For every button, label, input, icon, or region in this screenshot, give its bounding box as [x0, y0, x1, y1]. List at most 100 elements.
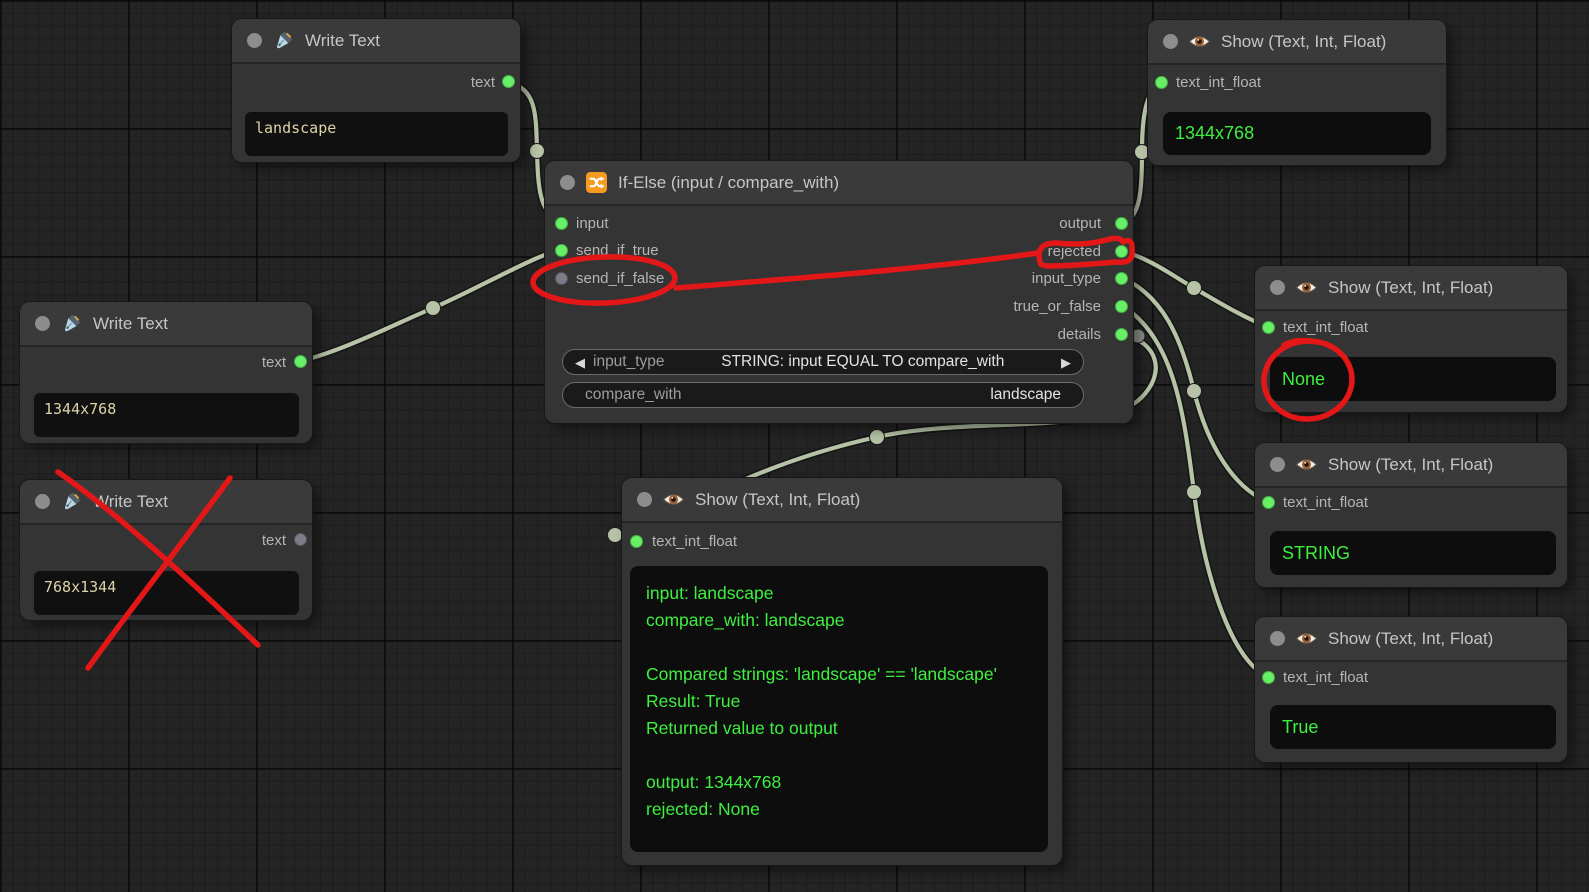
reroute-dot[interactable] [1187, 384, 1202, 399]
input-label: text_int_float [1283, 319, 1368, 336]
collapse-dot[interactable] [637, 492, 652, 507]
node-header[interactable]: Write Text [20, 302, 312, 347]
input-label: input [576, 215, 609, 232]
input-label: text_int_float [1176, 74, 1261, 91]
output-port-input-type[interactable] [1115, 272, 1128, 285]
node-title: Show (Text, Int, Float) [1328, 629, 1493, 649]
output-port-text[interactable] [502, 75, 515, 88]
compare-with-text-widget[interactable]: compare_with landscape [562, 382, 1084, 408]
input-type-combo-widget[interactable]: ◀ input_type STRING: input EQUAL TO comp… [562, 349, 1084, 375]
eye-icon [1296, 628, 1317, 649]
input-port-send-if-false[interactable] [555, 272, 568, 285]
node-title: Write Text [93, 492, 168, 512]
node-title: Show (Text, Int, Float) [695, 490, 860, 510]
output-label: rejected [1048, 243, 1101, 260]
combo-left-arrow-icon[interactable]: ◀ [575, 356, 585, 369]
eye-icon [663, 489, 684, 510]
node-title: Show (Text, Int, Float) [1221, 32, 1386, 52]
field-label: compare_with [585, 386, 682, 404]
pen-icon [273, 30, 294, 51]
node-graph-canvas[interactable]: Write Text text landscape Write Text tex… [0, 0, 1589, 892]
text-value-field[interactable]: landscape [245, 112, 508, 156]
text-value-field[interactable]: 1344x768 [34, 393, 299, 437]
eye-icon [1296, 454, 1317, 475]
output-port-text[interactable] [294, 355, 307, 368]
node-title: Write Text [305, 31, 380, 51]
node-title: If-Else (input / compare_with) [618, 173, 839, 193]
output-label: details [1058, 326, 1101, 343]
node-write-text-1344x768[interactable]: Write Text text 1344x768 [20, 302, 312, 443]
reroute-dot[interactable] [608, 528, 623, 543]
node-show-output[interactable]: Show (Text, Int, Float) text_int_float 1… [1148, 20, 1446, 165]
node-write-text-768x1344[interactable]: Write Text text 768x1344 [20, 480, 312, 620]
input-label: send_if_true [576, 242, 659, 259]
input-port-text-int-float[interactable] [630, 535, 643, 548]
output-label: true_or_false [1013, 298, 1101, 315]
input-port-input[interactable] [555, 217, 568, 230]
node-show-true-or-false[interactable]: Show (Text, Int, Float) text_int_float T… [1255, 617, 1567, 762]
input-label: send_if_false [576, 270, 664, 287]
combo-value: STRING: input EQUAL TO compare_with [665, 353, 1061, 371]
node-write-text-landscape[interactable]: Write Text text landscape [232, 19, 520, 162]
output-port-details[interactable] [1115, 328, 1128, 341]
node-title: Show (Text, Int, Float) [1328, 278, 1493, 298]
output-label: text [262, 354, 286, 371]
output-port-text[interactable] [294, 533, 307, 546]
pen-icon [61, 313, 82, 334]
collapse-dot[interactable] [1163, 34, 1178, 49]
node-header[interactable]: Write Text [232, 19, 520, 64]
node-title: Write Text [93, 314, 168, 334]
show-value: True [1270, 705, 1556, 749]
node-header[interactable]: Show (Text, Int, Float) [622, 478, 1062, 523]
node-header[interactable]: Write Text [20, 480, 312, 525]
reroute-dot[interactable] [530, 144, 545, 159]
output-label: text [471, 74, 495, 91]
output-port-output[interactable] [1115, 217, 1128, 230]
collapse-dot[interactable] [1270, 631, 1285, 646]
collapse-dot[interactable] [560, 175, 575, 190]
reroute-dot[interactable] [1187, 281, 1202, 296]
collapse-dot[interactable] [1270, 280, 1285, 295]
input-port-text-int-float[interactable] [1262, 496, 1275, 509]
shuffle-icon [586, 172, 607, 193]
node-header[interactable]: Show (Text, Int, Float) [1148, 20, 1446, 65]
reroute-dot[interactable] [1131, 329, 1145, 343]
reroute-dot[interactable] [426, 301, 441, 316]
reroute-dot[interactable] [870, 430, 885, 445]
node-header[interactable]: If-Else (input / compare_with) [545, 161, 1133, 206]
show-value: 1344x768 [1163, 112, 1431, 155]
text-value-field[interactable]: 768x1344 [34, 571, 299, 615]
eye-icon [1296, 277, 1317, 298]
collapse-dot[interactable] [247, 33, 262, 48]
node-header[interactable]: Show (Text, Int, Float) [1255, 443, 1567, 488]
show-details-text: input: landscape compare_with: landscape… [630, 566, 1048, 852]
combo-label: input_type [593, 353, 665, 371]
input-port-send-if-true[interactable] [555, 244, 568, 257]
input-port-text-int-float[interactable] [1262, 321, 1275, 334]
output-label: input_type [1032, 270, 1101, 287]
node-show-details[interactable]: Show (Text, Int, Float) text_int_float i… [622, 478, 1062, 865]
collapse-dot[interactable] [35, 494, 50, 509]
input-label: text_int_float [652, 533, 737, 550]
show-value: None [1270, 357, 1556, 401]
node-header[interactable]: Show (Text, Int, Float) [1255, 266, 1567, 311]
output-port-rejected[interactable] [1115, 245, 1128, 258]
input-port-text-int-float[interactable] [1262, 671, 1275, 684]
combo-right-arrow-icon[interactable]: ▶ [1061, 356, 1071, 369]
input-label: text_int_float [1283, 669, 1368, 686]
pen-icon [61, 491, 82, 512]
input-port-text-int-float[interactable] [1155, 76, 1168, 89]
output-label: output [1059, 215, 1101, 232]
reroute-dot[interactable] [1187, 485, 1202, 500]
node-show-input-type[interactable]: Show (Text, Int, Float) text_int_float S… [1255, 443, 1567, 587]
eye-icon [1189, 31, 1210, 52]
node-show-rejected[interactable]: Show (Text, Int, Float) text_int_float N… [1255, 266, 1567, 412]
show-value: STRING [1270, 531, 1556, 575]
node-header[interactable]: Show (Text, Int, Float) [1255, 617, 1567, 662]
collapse-dot[interactable] [35, 316, 50, 331]
node-if-else[interactable]: If-Else (input / compare_with) input sen… [545, 161, 1133, 423]
output-port-true-or-false[interactable] [1115, 300, 1128, 313]
field-value: landscape [990, 386, 1061, 404]
output-label: text [262, 532, 286, 549]
collapse-dot[interactable] [1270, 457, 1285, 472]
